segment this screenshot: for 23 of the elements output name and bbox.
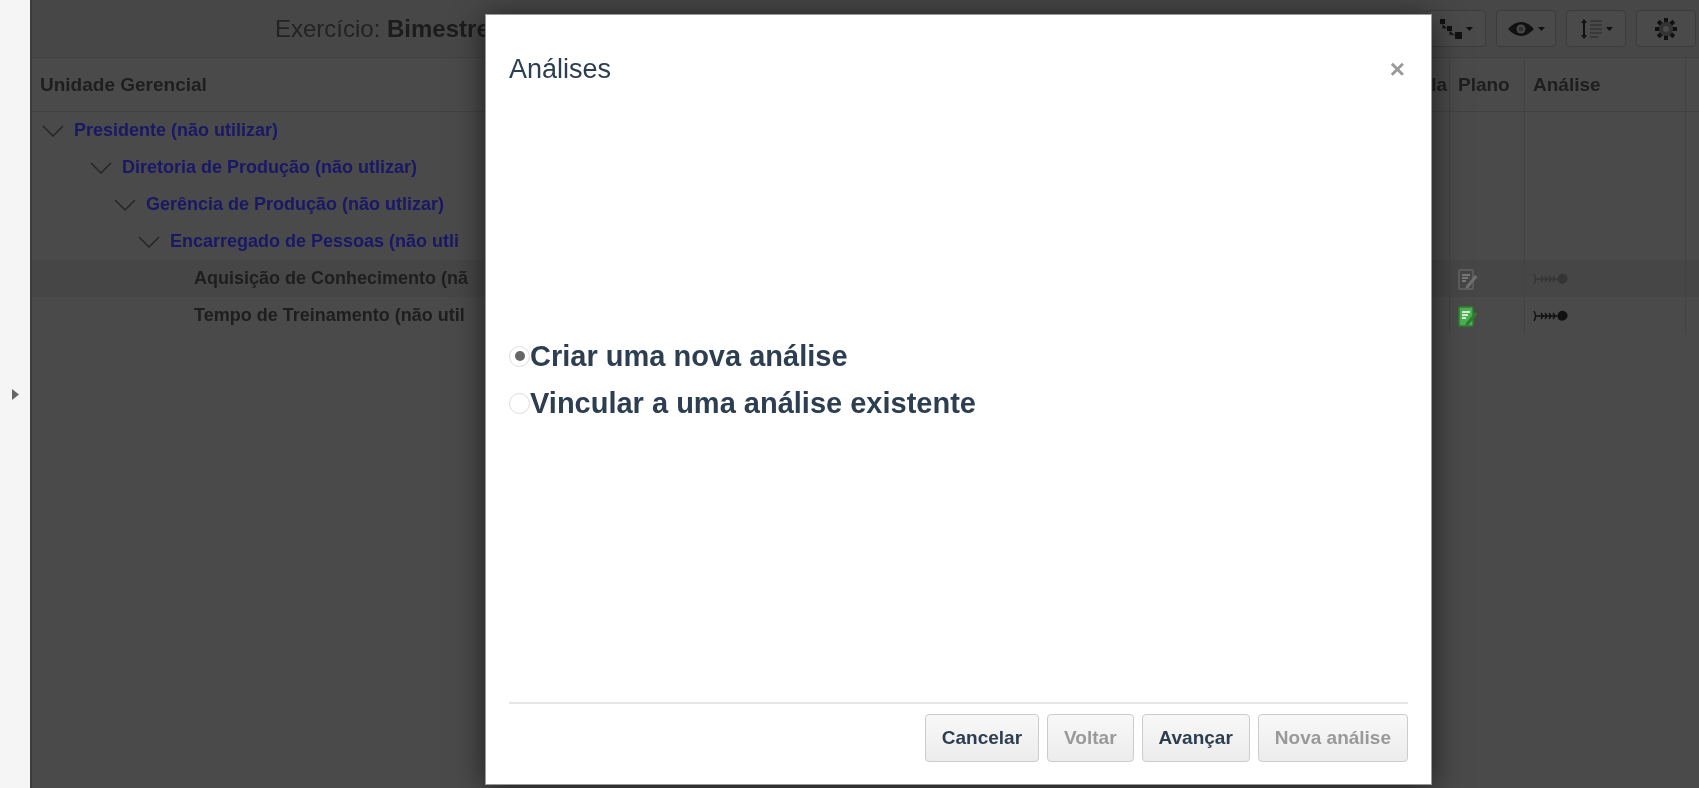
fishbone-icon[interactable] bbox=[1533, 308, 1569, 323]
line-height-button[interactable] bbox=[1566, 10, 1626, 47]
chevron-icon[interactable] bbox=[138, 235, 160, 248]
dialog-button[interactable]: Avançar bbox=[1141, 714, 1250, 762]
chevron-icon[interactable] bbox=[114, 198, 136, 211]
eye-icon bbox=[1507, 20, 1534, 37]
close-button[interactable]: × bbox=[1385, 56, 1409, 82]
expand-arrow-icon[interactable] bbox=[11, 388, 19, 400]
hierarchy-icon bbox=[1439, 18, 1462, 39]
caret-icon bbox=[1605, 26, 1613, 31]
notepad-pencil-icon[interactable] bbox=[1458, 304, 1478, 327]
hierarchy-button[interactable] bbox=[1426, 10, 1486, 47]
eye-button[interactable] bbox=[1496, 10, 1556, 47]
dialog-button[interactable]: Cancelar bbox=[924, 714, 1040, 762]
settings-icon bbox=[1655, 17, 1677, 40]
option-label[interactable]: Vincular a uma análise existente bbox=[530, 386, 976, 420]
line-height-icon bbox=[1579, 18, 1602, 39]
option-label[interactable]: Criar uma nova análise bbox=[530, 339, 848, 373]
chevron-icon[interactable] bbox=[42, 124, 64, 137]
caret-icon bbox=[1537, 26, 1545, 31]
caret-icon bbox=[1465, 26, 1473, 31]
settings-button[interactable] bbox=[1636, 10, 1696, 47]
chevron-icon[interactable] bbox=[90, 161, 112, 174]
